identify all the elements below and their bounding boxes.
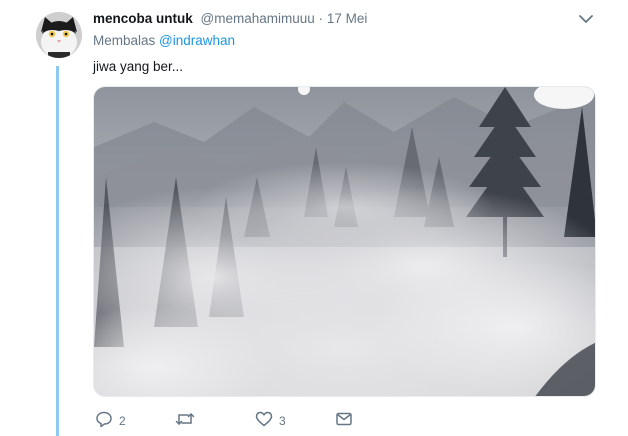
author-handle[interactable]: @memahamimuuu: [201, 11, 315, 26]
like-count: 3: [279, 414, 286, 428]
reply-icon: [95, 410, 113, 433]
avatar[interactable]: [36, 12, 82, 58]
tweet-media-image[interactable]: [93, 86, 596, 397]
reply-prefix: Membalas: [93, 33, 156, 48]
author-name[interactable]: mencoba untuk: [93, 11, 193, 26]
chevron-down-icon[interactable]: [578, 12, 594, 26]
reply-mention-link[interactable]: @indrawhan: [159, 33, 235, 48]
direct-message-button[interactable]: [335, 411, 353, 431]
thread-line: [56, 66, 59, 436]
separator-dot: ·: [318, 11, 324, 26]
tweet: mencoba untuk @memahamimuuu · 17 Mei Mem…: [0, 0, 628, 436]
reply-count: 2: [119, 414, 126, 428]
foggy-forest-image: [94, 87, 595, 396]
like-button[interactable]: 3: [255, 411, 286, 431]
reply-button[interactable]: 2: [95, 411, 126, 431]
cat-avatar-image: [36, 12, 82, 58]
retweet-icon: [175, 410, 195, 433]
reply-context: Membalas @indrawhan: [93, 33, 235, 49]
timestamp[interactable]: 17 Mei: [327, 11, 368, 26]
tweet-actions: 2 3: [93, 411, 393, 431]
tweet-header: mencoba untuk @memahamimuuu · 17 Mei: [93, 11, 367, 27]
retweet-button[interactable]: [175, 411, 201, 431]
envelope-icon: [335, 410, 353, 433]
tweet-text: jiwa yang ber...: [93, 59, 184, 74]
heart-icon: [255, 410, 273, 433]
